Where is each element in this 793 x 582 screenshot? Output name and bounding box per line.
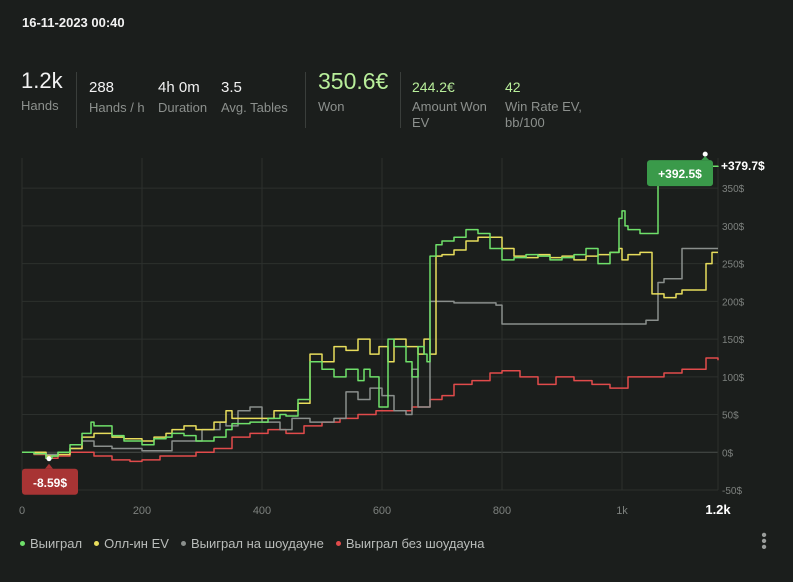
legend-color-allin-ev — [94, 541, 100, 546]
stat-hands-per-hour-value: 288 — [89, 79, 115, 96]
x-tick-label: 800 — [493, 505, 511, 517]
profit-chart[interactable]: 350$ 300$ 250$ 200$ 150$ 100$ 50$ 0$ -50$ 0 200 400… — [0, 150, 793, 525]
x-tick-label: 200 — [133, 505, 151, 517]
legend-item-showdown[interactable]: Выиграл на шоудауне — [180, 536, 324, 551]
stat-avg-tables-label: Avg. Tables — [221, 100, 288, 115]
session-timestamp: 16-11-2023 00:40 — [22, 15, 125, 30]
stat-amount-won-ev-value: 244.2€ — [412, 79, 455, 95]
x-tick-label: 1k — [616, 505, 628, 517]
y-tick-label: 350$ — [722, 184, 745, 195]
legend-color-won — [20, 541, 25, 546]
y-tick-label: 150$ — [722, 335, 745, 346]
legend-item-non-showdown[interactable]: Выиграл без шоудауна — [335, 536, 484, 551]
y-tick-label: 200$ — [722, 297, 745, 308]
chart-legend: Выиграл Олл-ин EV Выиграл на шоудауне Вы… — [20, 536, 484, 551]
stat-amount-won-ev: 244.2€ Amount Won EV — [412, 79, 487, 131]
max-point-marker — [702, 151, 708, 157]
stat-hands: 1.2k Hands — [21, 68, 63, 114]
stat-hands-value: 1.2k — [21, 68, 63, 93]
stat-won: 350.6€ Won — [318, 68, 388, 115]
vertical-dots-icon[interactable]: • • • — [758, 528, 770, 556]
min-value-label: -8.59$ — [33, 476, 67, 490]
legend-color-non-showdown — [335, 541, 341, 546]
x-tick-label: 0 — [19, 505, 25, 517]
stat-avg-tables: 3.5 Avg. Tables — [221, 79, 288, 116]
max-value-label: +392.5$ — [658, 167, 702, 181]
x-tick-label: 400 — [253, 505, 271, 517]
min-point-marker — [46, 456, 52, 462]
stat-win-rate-ev: 42 Win Rate EV, bb/100 — [505, 79, 582, 131]
stat-amount-won-ev-label: Amount Won EV — [412, 99, 487, 130]
stat-duration-value: 4h 0m — [158, 79, 200, 96]
stat-hands-label: Hands — [21, 98, 59, 113]
divider — [400, 72, 401, 128]
y-tick-label: 250$ — [722, 260, 745, 271]
x-tick-label: 600 — [373, 505, 391, 517]
legend-item-allin-ev[interactable]: Олл-ин EV — [94, 536, 169, 551]
stat-win-rate-ev-label: Win Rate EV, bb/100 — [505, 99, 582, 130]
stat-duration-label: Duration — [158, 100, 208, 115]
end-value-label: +379.7$ — [721, 159, 765, 173]
y-tick-label: 300$ — [722, 222, 745, 233]
x-tick-label: 1.2k — [705, 502, 731, 517]
stat-hands-per-hour: 288 Hands / h — [89, 79, 145, 116]
stat-hands-per-hour-label: Hands / h — [89, 100, 145, 115]
divider — [305, 72, 306, 128]
y-tick-label: 0$ — [722, 448, 734, 459]
max-badge-pointer — [701, 156, 710, 161]
stat-duration: 4h 0m Duration — [158, 79, 207, 116]
y-tick-label: 50$ — [722, 411, 739, 422]
stat-avg-tables-value: 3.5 — [221, 79, 242, 96]
legend-color-showdown — [180, 541, 186, 546]
stat-win-rate-ev-value: 42 — [505, 79, 521, 95]
y-tick-label: 100$ — [722, 373, 745, 384]
min-badge-pointer — [45, 463, 53, 469]
divider — [76, 72, 77, 128]
stat-won-value: 350.6€ — [318, 68, 389, 94]
series-line-allin-ev — [22, 236, 718, 457]
legend-item-won[interactable]: Выиграл — [20, 536, 82, 551]
stat-won-label: Won — [318, 99, 345, 114]
y-tick-label: -50$ — [722, 486, 742, 497]
